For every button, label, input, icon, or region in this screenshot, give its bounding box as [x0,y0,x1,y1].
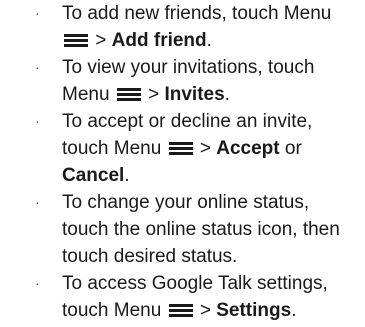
bullet: · [35,59,40,75]
line: To view your invitations, touch [62,54,359,81]
bold-text: Accept [216,138,280,159]
list-item: · To view your invitations, touch Menu >… [0,54,365,108]
list-item: · To accept or decline an invite, touch … [0,108,365,189]
text: Menu [62,84,115,105]
line: To access Google Talk settings, [62,270,359,297]
text: . [124,165,130,186]
bullet: · [35,275,40,291]
bold-text: Invites [164,84,225,105]
text: To accept or decline an invite, [62,111,313,132]
line: > Add friend. [62,27,359,54]
text: To add new friends, touch Menu [62,3,332,24]
line: touch Menu > Settings. [62,297,359,324]
instruction-list: · To add new friends, touch Menu > Add f… [0,0,365,324]
text: To change your online status, [62,192,310,213]
bullet: · [35,113,40,129]
text: touch Menu [62,138,167,159]
menu-icon [168,141,193,155]
bullet: · [35,5,40,21]
bullet: · [35,194,40,210]
text: To view your invitations, touch [62,57,315,78]
bold-text: Cancel [62,165,125,186]
line: To accept or decline an invite, [62,108,359,135]
text: > [142,84,165,105]
text: > [90,30,112,51]
list-item: · To add new friends, touch Menu > Add f… [0,0,365,54]
line: Cancel. [62,162,359,189]
text: touch the online status icon, then [62,219,340,240]
menu-icon [116,87,141,101]
line: touch Menu > Accept or [62,135,359,162]
line: To change your online status, [62,189,359,216]
text: touch Menu [62,300,167,321]
menu-icon [168,303,193,317]
list-item: · To change your online status, touch th… [0,189,365,270]
line: To add new friends, touch Menu [62,0,359,27]
text: touch desired status. [62,246,238,267]
menu-icon [64,33,88,47]
text: > [194,300,217,321]
line: touch the online status icon, then [62,216,359,243]
text: To access Google Talk settings, [62,273,328,294]
text: . [291,300,297,321]
list-item: · To access Google Talk settings, touch … [0,270,365,324]
bold-text: Add friend [111,30,207,51]
text: > [194,138,217,159]
text: . [206,30,212,51]
text: . [224,84,230,105]
bold-text: Settings [216,300,292,321]
line: touch desired status. [62,243,359,270]
text: or [279,138,302,159]
line: Menu > Invites. [62,81,359,108]
